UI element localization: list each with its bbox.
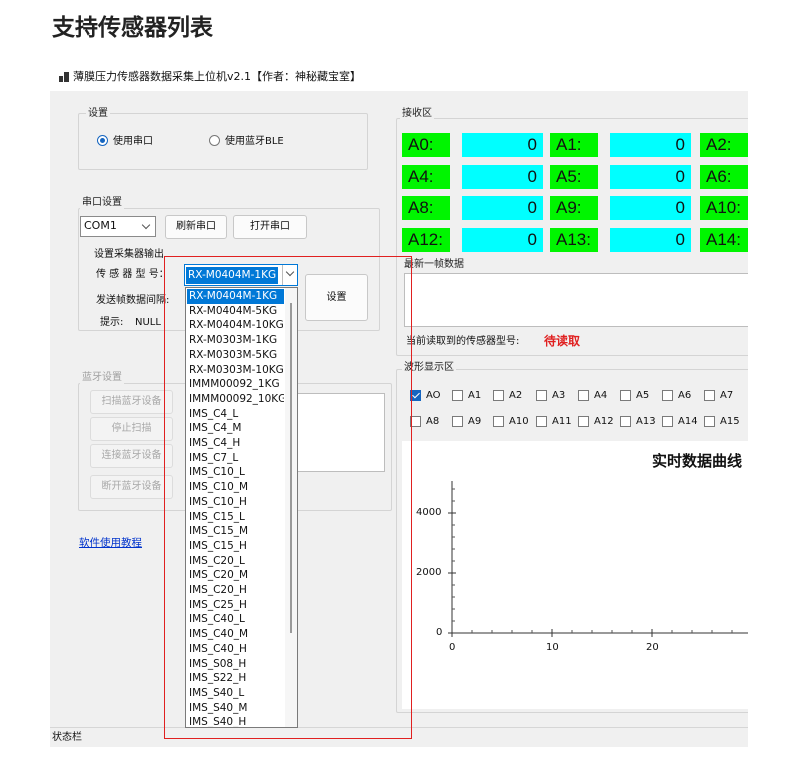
- channel-key: A5:: [550, 165, 598, 189]
- channel-key: A13:: [550, 228, 598, 252]
- x-tick-label: 20: [646, 642, 659, 653]
- channel-checkbox[interactable]: [493, 416, 504, 427]
- channel-checkbox[interactable]: [662, 390, 673, 401]
- channel-key: A12:: [402, 228, 450, 252]
- chart-axes: [448, 481, 748, 637]
- tutorial-link[interactable]: 软件使用教程: [79, 537, 142, 550]
- channel-checkbox[interactable]: [578, 416, 589, 427]
- page-heading: 支持传感器列表: [52, 15, 213, 41]
- status-bar-text: 状态栏: [52, 732, 82, 743]
- hint-label: 提示:: [100, 317, 124, 328]
- channel-checkbox-label[interactable]: A5: [636, 389, 649, 402]
- channel-value: 0: [610, 133, 691, 157]
- channel-value: 0: [462, 165, 543, 189]
- channel-checkbox[interactable]: [704, 416, 715, 427]
- chevron-down-icon: [141, 220, 151, 230]
- com-port-value: COM1: [84, 219, 117, 232]
- x-tick-label: 0: [449, 642, 456, 653]
- channel-checkbox[interactable]: [620, 390, 631, 401]
- channel-checkbox-label[interactable]: A3: [552, 389, 565, 402]
- bluetooth-settings-label: 蓝牙设置: [80, 371, 124, 384]
- channel-checkbox-label[interactable]: A8: [426, 415, 439, 428]
- channel-key: A6:: [700, 165, 748, 189]
- chart-area: 实时数据曲线 4000 2000 0 0 10 20: [402, 441, 748, 709]
- channel-checkbox[interactable]: [452, 390, 463, 401]
- use-serial-radio[interactable]: [97, 135, 108, 146]
- disconnect-bluetooth-button[interactable]: 断开蓝牙设备: [90, 475, 173, 499]
- channel-checkbox[interactable]: [452, 416, 463, 427]
- channel-checkbox-label[interactable]: A14: [678, 415, 698, 428]
- stop-scan-button[interactable]: 停止扫描: [90, 417, 173, 441]
- channel-checkbox-label[interactable]: A6: [678, 389, 691, 402]
- channel-checkbox[interactable]: [493, 390, 504, 401]
- channel-checkbox[interactable]: [704, 390, 715, 401]
- receive-group-label: 接收区: [400, 107, 434, 120]
- hint-value: NULL: [135, 317, 161, 328]
- y-tick-label: 2000: [416, 567, 442, 578]
- channel-key: A14:: [700, 228, 748, 252]
- channel-key: A10:: [700, 196, 748, 220]
- channel-checkbox[interactable]: [578, 390, 589, 401]
- x-tick-label: 10: [546, 642, 559, 653]
- channel-checkbox[interactable]: [536, 390, 547, 401]
- channel-value: 0: [610, 196, 691, 220]
- channel-checkbox-label[interactable]: A2: [509, 389, 522, 402]
- channel-key: A8:: [402, 196, 450, 220]
- serial-settings-label: 串口设置: [80, 196, 124, 209]
- channel-key: A9:: [550, 196, 598, 220]
- y-tick-label: 4000: [416, 507, 442, 518]
- channel-checkbox-label[interactable]: A1: [468, 389, 481, 402]
- window-title: 薄膜压力传感器数据采集上位机v2.1【作者：神秘藏宝室】: [73, 70, 362, 83]
- use-serial-label[interactable]: 使用串口: [113, 135, 153, 148]
- connect-bluetooth-button[interactable]: 连接蓝牙设备: [90, 444, 173, 468]
- sensor-model-label: 传 感 器 型 号：: [96, 269, 169, 280]
- current-model-label: 当前读取到的传感器型号:: [406, 336, 520, 347]
- y-tick-label: 0: [436, 627, 443, 638]
- com-port-select[interactable]: COM1: [80, 216, 156, 237]
- send-interval-label: 发送帧数据间隔:: [96, 295, 170, 306]
- channel-checkbox[interactable]: [536, 416, 547, 427]
- channel-checkbox-label[interactable]: A12: [594, 415, 614, 428]
- scan-bluetooth-button[interactable]: 扫描蓝牙设备: [90, 390, 173, 414]
- channel-value: 0: [610, 228, 691, 252]
- use-ble-label[interactable]: 使用蓝牙BLE: [225, 135, 284, 148]
- channel-key: A0:: [402, 133, 450, 157]
- current-model-value: 待读取: [544, 334, 581, 348]
- channel-checkbox[interactable]: [620, 416, 631, 427]
- channel-value: 0: [462, 228, 543, 252]
- channel-key: A1:: [550, 133, 598, 157]
- channel-checkbox[interactable]: [662, 416, 673, 427]
- channel-checkbox-label[interactable]: A7: [720, 389, 733, 402]
- use-ble-radio[interactable]: [209, 135, 220, 146]
- collector-output-label: 设置采集器输出: [94, 249, 164, 260]
- channel-checkbox-label[interactable]: A15: [720, 415, 740, 428]
- channel-checkbox-label[interactable]: AO: [426, 389, 441, 402]
- highlight-box: [164, 256, 412, 739]
- channel-checkbox-label[interactable]: A11: [552, 415, 572, 428]
- channel-checkbox-label[interactable]: A4: [594, 389, 607, 402]
- latest-frame-box[interactable]: [404, 273, 748, 327]
- refresh-port-button[interactable]: 刷新串口: [165, 215, 227, 239]
- channel-key: A4:: [402, 165, 450, 189]
- channel-value: 0: [462, 133, 543, 157]
- app-icon: [59, 72, 69, 82]
- channel-value: 0: [462, 196, 543, 220]
- channel-value: 0: [610, 165, 691, 189]
- title-bar: 薄膜压力传感器数据采集上位机v2.1【作者：神秘藏宝室】: [50, 63, 748, 91]
- channel-key: A2:: [700, 133, 748, 157]
- channel-checkbox-label[interactable]: A10: [509, 415, 529, 428]
- channel-checkbox-label[interactable]: A9: [468, 415, 481, 428]
- settings-group-label: 设置: [86, 107, 110, 120]
- channel-checkbox-label[interactable]: A13: [636, 415, 656, 428]
- open-port-button[interactable]: 打开串口: [233, 215, 307, 239]
